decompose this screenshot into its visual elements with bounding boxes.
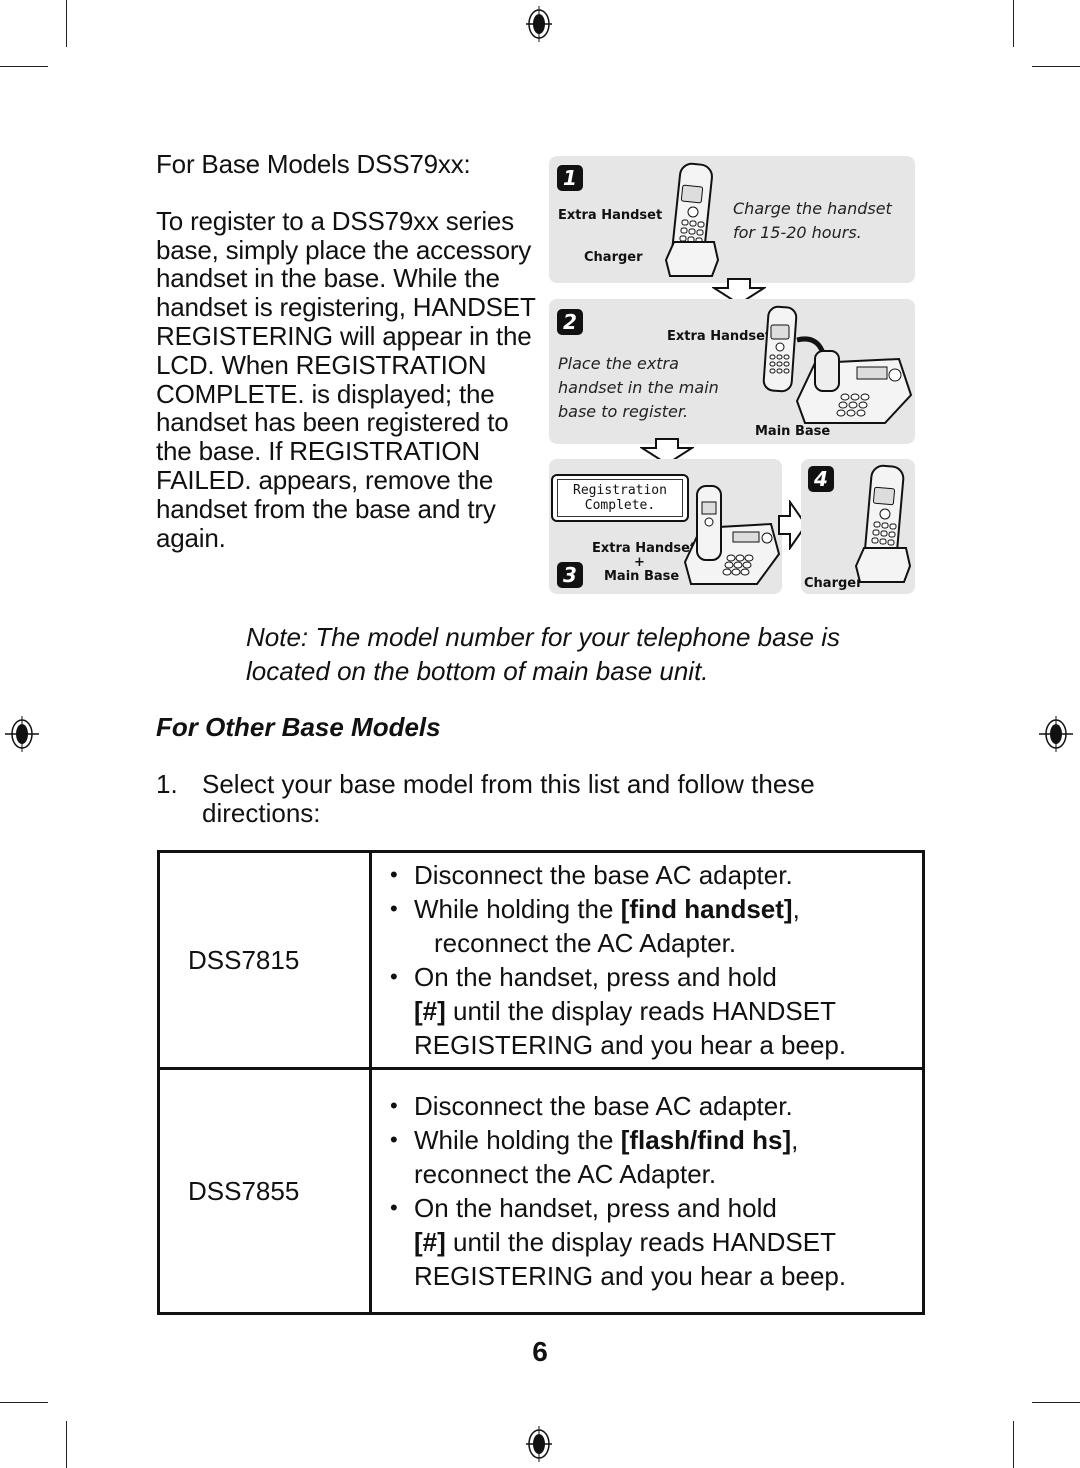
- step-text: Select your base model from this list an…: [202, 769, 815, 828]
- direction-continuation: REGISTERING and you hear a beep.: [414, 1261, 847, 1291]
- key-name: [find handset]: [620, 894, 793, 924]
- crop-mark: [66, 1421, 67, 1468]
- lcd-line-2: Complete.: [584, 498, 656, 513]
- main-base-icon: [795, 350, 913, 424]
- crop-mark: [0, 1402, 48, 1403]
- caption-step-2-line-1: Place the extra: [558, 354, 679, 373]
- registration-mark-icon: [5, 716, 39, 752]
- step-number-badge: 4: [808, 466, 834, 492]
- crop-mark: [1013, 1421, 1014, 1468]
- direction-item: Disconnect the base AC adapter.: [386, 1089, 912, 1123]
- direction-item: Disconnect the base AC adapter.: [386, 858, 912, 892]
- direction-item: On the handset, press and hold: [386, 960, 912, 994]
- lcd-display-bubble: Registration Complete.: [551, 474, 689, 522]
- key-name: [#]: [414, 996, 446, 1026]
- page-number: 6: [532, 1336, 548, 1367]
- handset-icon: [762, 305, 798, 393]
- crop-mark: [0, 66, 48, 67]
- caption-step-1-line-1: Charge the handset: [733, 199, 892, 218]
- key-name: [flash/find hs]: [620, 1125, 792, 1155]
- lcd-line-1: Registration: [573, 483, 667, 498]
- crop-mark: [66, 0, 67, 47]
- direction-continuation: REGISTERING and you hear a beep.: [414, 1030, 847, 1060]
- caption-step-2-line-3: base to register.: [558, 402, 689, 421]
- step-number-badge: 3: [557, 562, 583, 588]
- model-cell: DSS7815: [157, 850, 372, 1070]
- label-extra-handset: Extra Handset: [558, 208, 663, 223]
- direction-text: While holding the: [414, 894, 621, 924]
- table-row: DSS7855 Disconnect the base AC adapter. …: [157, 1067, 925, 1315]
- direction-item: On the handset, press and hold: [386, 1191, 912, 1225]
- direction-text: ,: [791, 1125, 799, 1155]
- directions-cell: Disconnect the base AC adapter. While ho…: [369, 850, 925, 1070]
- direction-item: While holding the [find handset],: [386, 892, 912, 926]
- caption-step-1-line-2: for 15-20 hours.: [733, 223, 862, 242]
- intro-heading: For Base Models DSS79xx:: [156, 149, 471, 179]
- handset-in-base-icon: [683, 485, 781, 585]
- label-main-base: Main Base: [604, 569, 680, 584]
- direction-continuation: reconnect the AC Adapter.: [434, 928, 737, 958]
- label-charger: Charger: [584, 250, 643, 265]
- direction-text: until the display reads HANDSET: [445, 996, 836, 1026]
- direction-item: While holding the [flash/find hs],: [386, 1123, 912, 1157]
- crop-mark: [1013, 0, 1014, 47]
- directions-cell: Disconnect the base AC adapter. While ho…: [369, 1067, 925, 1315]
- direction-text: While holding the: [414, 1125, 621, 1155]
- caption-step-2-line-2: handset in the main: [558, 378, 719, 397]
- section-title: For Other Base Models: [156, 712, 441, 742]
- direction-text: ,: [792, 894, 800, 924]
- handset-in-charger-icon: [664, 162, 720, 277]
- direction-text: until the display reads HANDSET: [445, 1227, 836, 1257]
- label-extra-handset: Extra Handset: [592, 541, 697, 556]
- crop-mark: [1032, 1402, 1080, 1403]
- crop-mark: [1032, 66, 1080, 67]
- base-models-table: DSS7815 Disconnect the base AC adapter. …: [157, 850, 925, 1315]
- note-line-2: located on the bottom of main base unit.: [246, 656, 709, 686]
- table-row: DSS7815 Disconnect the base AC adapter. …: [157, 850, 925, 1070]
- direction-continuation: [#] until the display reads HANDSET: [386, 994, 912, 1028]
- step-number-badge: 2: [557, 309, 583, 335]
- direction-continuation: [#] until the display reads HANDSET: [386, 1225, 912, 1259]
- intro-paragraph: To register to a DSS79xx series base, si…: [156, 205, 536, 553]
- note-line-1: Note: The model number for your telephon…: [246, 622, 841, 652]
- model-number-note: Note: The model number for your telephon…: [246, 620, 946, 688]
- step-number-badge: 1: [557, 165, 583, 191]
- registration-mark-icon: [526, 6, 552, 42]
- direction-continuation: reconnect the AC Adapter.: [414, 1159, 717, 1189]
- registration-mark-icon: [1039, 716, 1073, 752]
- intro-text: For Base Models DSS79xx: To register to …: [156, 150, 551, 552]
- label-extra-handset: Extra Handset: [667, 329, 772, 344]
- label-plus: +: [634, 555, 645, 570]
- model-cell: DSS7855: [157, 1067, 372, 1315]
- step-number: 1.: [156, 769, 178, 799]
- key-name: [#]: [414, 1227, 446, 1257]
- registration-mark-icon: [526, 1426, 552, 1462]
- handset-in-charger-icon: [854, 464, 912, 583]
